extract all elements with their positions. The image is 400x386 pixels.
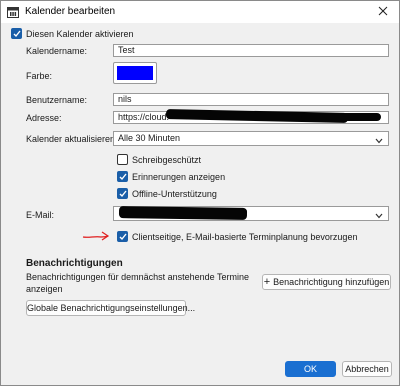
notifications-description-cont: anzeigen [26, 284, 63, 294]
add-notification-label: Benachrichtigung hinzufügen [273, 277, 390, 287]
reminders-checkbox[interactable] [117, 171, 128, 182]
plus-icon: + [263, 276, 271, 288]
clientside-checkbox[interactable] [117, 231, 128, 242]
notifications-heading: Benachrichtigungen [26, 258, 123, 269]
ok-button[interactable]: OK [285, 361, 336, 377]
color-picker-button[interactable] [113, 62, 157, 84]
username-label: Benutzername: [26, 95, 88, 105]
add-notification-button[interactable]: + Benachrichtigung hinzufügen [262, 274, 391, 290]
refresh-value: Alle 30 Minuten [118, 133, 181, 143]
username-field[interactable]: nils [113, 93, 389, 106]
name-field[interactable]: Test [113, 44, 389, 57]
redaction-mark [118, 206, 248, 220]
window-title: Kalender bearbeiten [25, 6, 116, 17]
offline-checkbox[interactable] [117, 188, 128, 199]
readonly-label: Schreibgeschützt [132, 155, 202, 165]
annotation-arrow-icon [82, 231, 110, 241]
name-label: Kalendername: [26, 46, 88, 56]
chevron-down-icon [375, 135, 383, 144]
refresh-dropdown[interactable]: Alle 30 Minuten [113, 131, 389, 146]
dialog-window: Kalender bearbeiten Diesen Kalender akti… [0, 0, 400, 386]
clientside-label: Clientseitige, E-Mail-basierte Terminpla… [132, 232, 358, 242]
close-icon[interactable] [376, 4, 390, 18]
global-notification-settings-button[interactable]: Globale Benachrichtigungseinstellungen..… [26, 300, 195, 316]
calendar-icon [7, 6, 19, 18]
cancel-button[interactable]: Abbrechen [342, 361, 392, 377]
address-label: Adresse: [26, 113, 62, 123]
address-value: https://cloud. [118, 112, 170, 122]
offline-label: Offline-Unterstützung [132, 189, 217, 199]
email-label: E-Mail: [26, 210, 55, 220]
refresh-label: Kalender aktualisieren: [26, 134, 118, 144]
title-bar: Kalender bearbeiten [1, 1, 399, 23]
notifications-description: Benachrichtigungen für demnächst anstehe… [26, 272, 249, 282]
color-swatch [117, 66, 153, 80]
chevron-down-icon [375, 210, 383, 219]
reminders-label: Erinnerungen anzeigen [132, 172, 226, 182]
color-label: Farbe: [26, 71, 53, 81]
redaction-mark [301, 113, 381, 121]
activate-label: Diesen Kalender aktivieren [26, 29, 134, 39]
activate-checkbox[interactable] [11, 28, 22, 39]
readonly-checkbox[interactable] [117, 154, 128, 165]
